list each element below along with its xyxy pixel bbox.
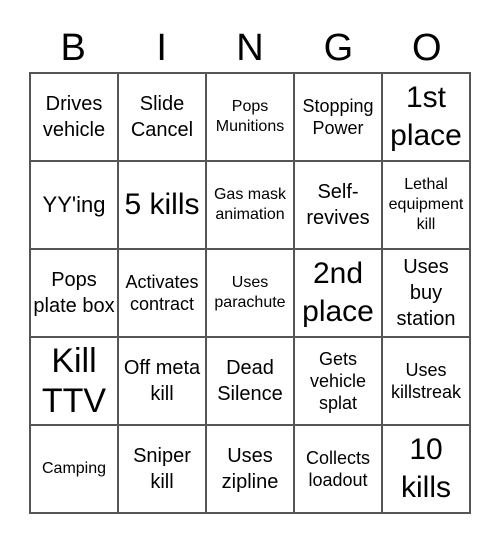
bingo-cell-label: Camping [41,460,107,477]
bingo-cell-label: Self-revives [306,181,370,229]
bingo-cell-label: Gets vehicle splat [309,349,367,413]
bingo-cell-label: 1st place [390,81,462,152]
bingo-cell[interactable]: Sniper kill [118,425,206,513]
bingo-cell-label: 2nd place [302,257,374,328]
bingo-cell[interactable]: 2nd place [294,249,382,337]
bingo-cell-label: Collects loadout [305,448,371,490]
bingo-cell[interactable]: Gets vehicle splat [294,337,382,425]
bingo-cell[interactable]: YY'ing [30,161,118,249]
bingo-cell[interactable]: Uses zipline [206,425,294,513]
bingo-cell-label: 5 kills [124,188,200,221]
bingo-cell[interactable]: Slide Cancel [118,73,206,161]
bingo-cell-label: Stopping Power [302,96,374,138]
bingo-cell-label: Gas mask animation [213,186,286,223]
bingo-cell-label: Drives vehicle [42,93,106,141]
bingo-cell[interactable]: Kill TTV [30,337,118,425]
header-letter-n: N [236,27,264,69]
bingo-cell[interactable]: Gas mask animation [206,161,294,249]
bingo-header: B I N G O [29,24,471,72]
bingo-cell[interactable]: Stopping Power [294,73,382,161]
bingo-cell-label: Kill TTV [41,342,107,420]
bingo-cell-label: YY'ing [42,192,106,217]
bingo-cell[interactable]: Uses parachute [206,249,294,337]
header-letter-g: G [323,27,354,69]
bingo-cell[interactable]: Pops Munitions [206,73,294,161]
bingo-cell-label: Uses parachute [214,274,286,311]
bingo-cell-label: Dead Silence [217,357,283,405]
bingo-cell-label: Activates contract [125,272,199,314]
header-letter-b: B [60,27,86,69]
bingo-cell-label: Lethal equipment kill [388,176,464,233]
bingo-cell[interactable]: Drives vehicle [30,73,118,161]
bingo-cell-label: Pops plate box [33,269,115,317]
bingo-cell[interactable]: 5 kills [118,161,206,249]
bingo-cell[interactable]: Activates contract [118,249,206,337]
bingo-cell[interactable]: Self-revives [294,161,382,249]
bingo-cell-label: Pops Munitions [215,98,285,135]
bingo-cell-label: Slide Cancel [130,93,194,141]
bingo-cell[interactable]: Dead Silence [206,337,294,425]
bingo-cell[interactable]: 1st place [382,73,470,161]
bingo-cell[interactable]: Lethal equipment kill [382,161,470,249]
bingo-grid: Drives vehicle Slide Cancel Pops Munitions… [29,72,471,514]
bingo-cell-label: Uses buy station [396,256,456,330]
bingo-cell-label: Off meta kill [123,357,201,405]
bingo-cell-label: Sniper kill [133,445,191,493]
bingo-cell[interactable]: 10 kills [382,425,470,513]
bingo-cell-label: 10 kills [401,433,451,504]
header-letter-o: O [412,27,442,69]
bingo-cell[interactable]: Collects loadout [294,425,382,513]
bingo-cell-label: Uses killstreak [390,360,461,402]
bingo-cell[interactable]: Off meta kill [118,337,206,425]
bingo-cell[interactable]: Uses killstreak [382,337,470,425]
header-letter-i: I [156,27,167,69]
bingo-cell[interactable]: Camping [30,425,118,513]
bingo-cell[interactable]: Uses buy station [382,249,470,337]
bingo-cell[interactable]: Pops plate box [30,249,118,337]
bingo-cell-label: Uses zipline [221,445,279,493]
